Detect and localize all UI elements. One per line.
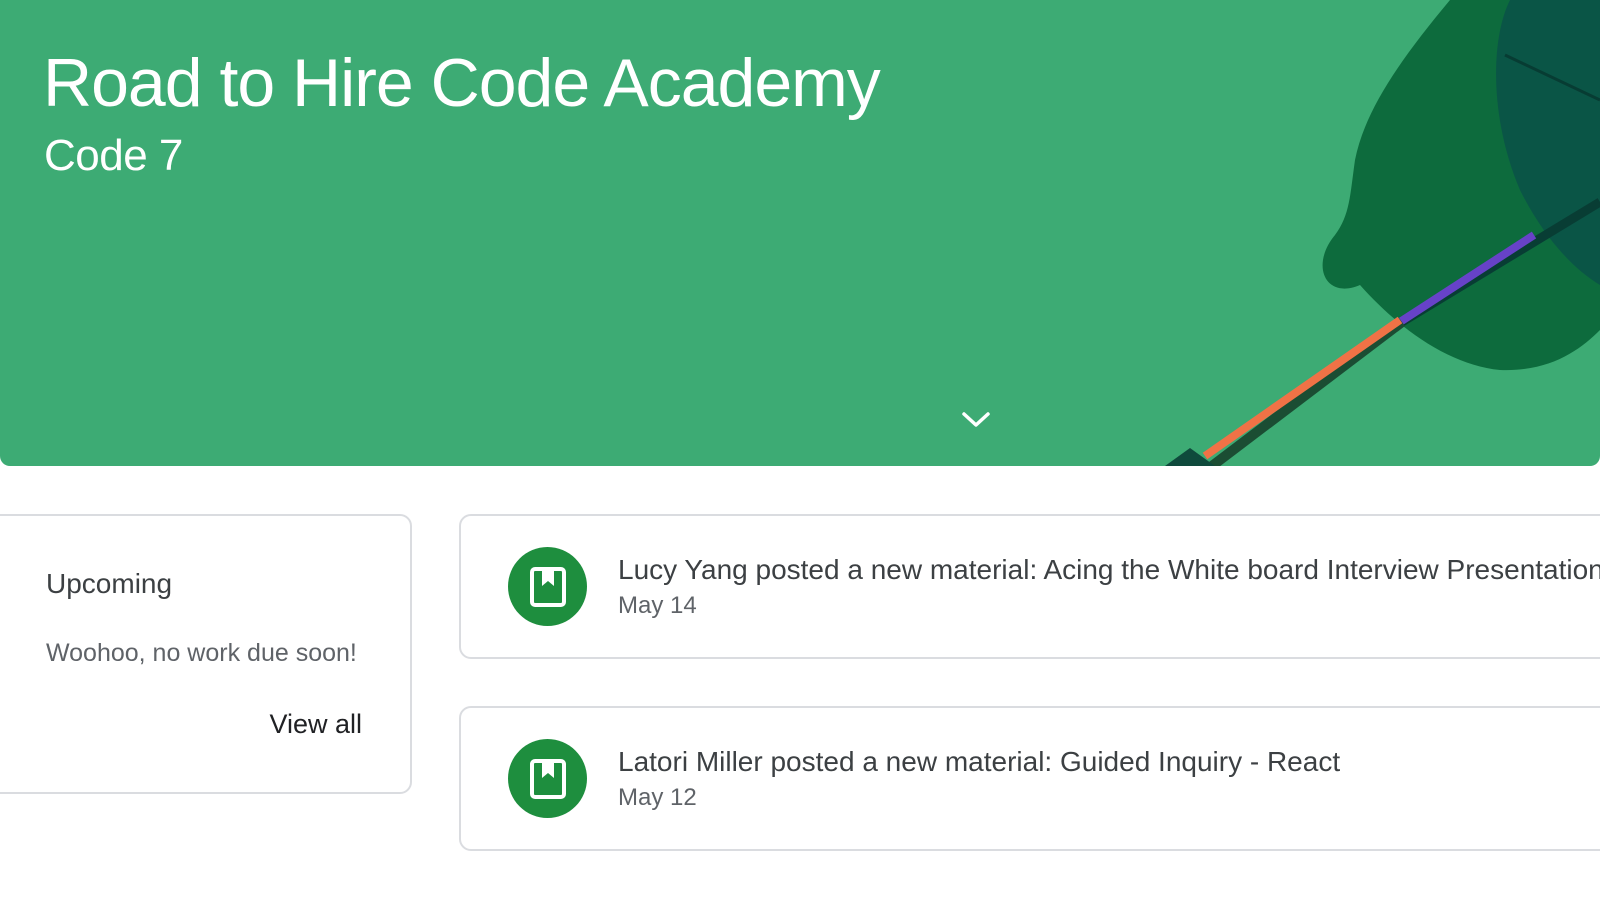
class-section: Code 7 — [44, 131, 183, 180]
view-all-link[interactable]: View all — [269, 709, 362, 740]
stream-post[interactable]: Latori Miller posted a new material: Gui… — [459, 706, 1600, 851]
post-date: May 14 — [618, 592, 697, 619]
banner-illustration — [1165, 0, 1600, 466]
stream-post[interactable]: Lucy Yang posted a new material: Acing t… — [459, 514, 1600, 659]
post-text: Latori Miller posted a new material: Gui… — [618, 746, 1341, 777]
material-book-icon — [508, 547, 587, 626]
chevron-down-icon — [962, 412, 990, 427]
post-date: May 12 — [618, 784, 697, 811]
expand-banner-button[interactable] — [954, 398, 998, 442]
class-banner: Road to Hire Code Academy Code 7 — [0, 0, 1600, 466]
upcoming-empty-message: Woohoo, no work due soon! — [46, 639, 357, 667]
class-title: Road to Hire Code Academy — [43, 45, 881, 121]
upcoming-card: Upcoming Woohoo, no work due soon! View … — [0, 514, 412, 794]
material-book-icon — [508, 739, 587, 818]
upcoming-title: Upcoming — [46, 568, 173, 599]
post-text: Lucy Yang posted a new material: Acing t… — [618, 554, 1600, 585]
